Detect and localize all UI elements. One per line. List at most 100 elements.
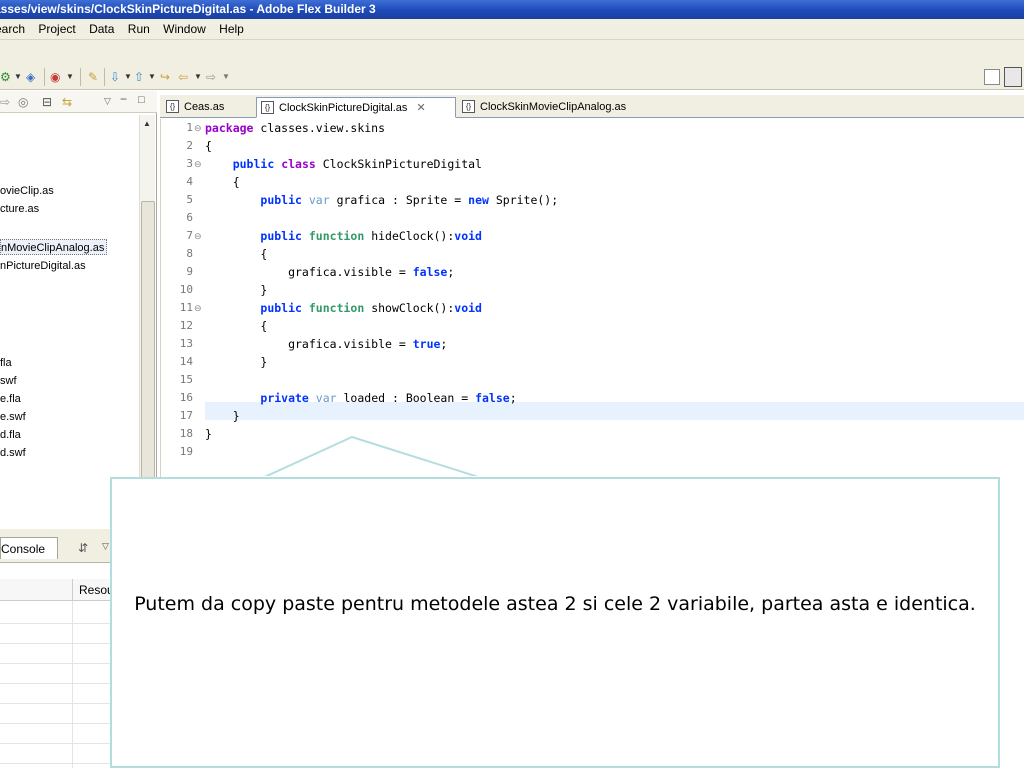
prev-annotation-icon[interactable]: ⇧: [134, 68, 144, 86]
line-number: 9: [186, 265, 193, 278]
view-menu-icon[interactable]: ▽: [104, 96, 111, 107]
line-number: 5: [186, 193, 193, 206]
forward-icon[interactable]: ⇨: [206, 68, 216, 86]
file-label: d.swf: [0, 447, 26, 459]
actionscript-file-icon: {}: [462, 100, 475, 113]
line-number: 6: [186, 211, 193, 224]
tab-label: Ceas.as: [184, 101, 225, 113]
view-menu-icon[interactable]: ▽: [102, 541, 109, 552]
window-title: asses/view/skins/ClockSkinPictureDigital…: [0, 2, 376, 16]
menu-search[interactable]: earch: [0, 19, 30, 39]
column-header-resource[interactable]: Resou: [72, 579, 114, 601]
tree-item-file-selected[interactable]: nMovieClipAnalog.as: [0, 239, 108, 255]
toolbar-separator: [80, 68, 81, 86]
perspective-switcher[interactable]: [984, 66, 1022, 88]
navigator-toolbar: ⇨ ◎ ⊟ ⇆ ▽ − □: [0, 91, 157, 113]
line-number: 10: [179, 283, 193, 296]
line-number: 8: [186, 247, 193, 260]
line-number: 12: [179, 319, 193, 332]
code-line: }: [205, 427, 212, 441]
link-editor-icon[interactable]: ⇆: [62, 95, 72, 109]
scrollbar-thumb[interactable]: [141, 201, 155, 511]
minimize-icon[interactable]: −: [120, 92, 127, 106]
perspective-icon[interactable]: [1004, 67, 1022, 87]
debug-icon[interactable]: ⚙: [0, 68, 11, 86]
collapse-all-icon[interactable]: ⊟: [42, 95, 52, 109]
tree-item-file[interactable]: swf: [0, 373, 17, 389]
toolbar-separator: [44, 68, 45, 86]
column-header-label: Resou: [79, 583, 114, 597]
tree-item-file[interactable]: fla: [0, 355, 12, 371]
tree-item-file[interactable]: d.swf: [0, 445, 26, 461]
code-line: {: [205, 175, 240, 189]
pencil-icon[interactable]: ✎: [88, 68, 98, 86]
callout-pointer: [258, 436, 488, 480]
menu-data[interactable]: Data: [84, 19, 119, 39]
tab-ceas[interactable]: {} Ceas.as: [162, 97, 252, 118]
line-number: 1: [186, 121, 193, 134]
dropdown-arrow-icon[interactable]: ▼: [66, 68, 74, 86]
tree-item-file[interactable]: d.fla: [0, 427, 21, 443]
fold-collapse-icon[interactable]: ⊖: [194, 155, 202, 173]
console-tab-label: Console: [1, 542, 46, 556]
dropdown-arrow-icon[interactable]: ▼: [222, 68, 230, 86]
up-icon[interactable]: ◎: [18, 95, 28, 109]
tree-item-file[interactable]: e.swf: [0, 409, 26, 425]
tree-item-file[interactable]: e.fla: [0, 391, 21, 407]
pin-icon[interactable]: ⇵: [78, 541, 88, 555]
window-title-bar: asses/view/skins/ClockSkinPictureDigital…: [0, 0, 1024, 19]
file-label: d.fla: [0, 429, 21, 441]
close-tab-icon[interactable]: ✕: [416, 102, 425, 114]
code-line: package classes.view.skins: [205, 121, 386, 135]
actionscript-file-icon: {}: [261, 101, 274, 114]
menu-window[interactable]: Window: [158, 19, 211, 39]
tree-item-file[interactable]: ovieClip.as: [0, 183, 54, 199]
menu-project[interactable]: Project: [33, 19, 80, 39]
menu-bar: earch Project Data Run Window Help: [0, 19, 1024, 40]
maximize-icon[interactable]: □: [138, 94, 145, 106]
tab-clockskinpicturedigital[interactable]: {} ClockSkinPictureDigital.as ✕: [256, 97, 456, 118]
line-number: 19: [179, 445, 193, 458]
line-number: 2: [186, 139, 193, 152]
tree-item-file[interactable]: nPictureDigital.as: [0, 258, 86, 274]
line-number: 11: [179, 301, 193, 314]
last-edit-icon[interactable]: ↪: [160, 68, 170, 86]
line-number: 18: [179, 427, 193, 440]
tab-console[interactable]: Console: [0, 537, 58, 559]
tab-label: ClockSkinMovieClipAnalog.as: [480, 101, 627, 113]
file-label: swf: [0, 375, 17, 387]
fold-collapse-icon[interactable]: ⊖: [194, 227, 202, 245]
menu-run[interactable]: Run: [123, 19, 155, 39]
code-line: grafica.visible = false;: [205, 265, 455, 279]
back-icon[interactable]: ⇦: [178, 68, 188, 86]
navigator-panel: ⇨ ◎ ⊟ ⇆ ▽ − □ ovieClip.as cture.as nMovi…: [0, 91, 157, 521]
actionscript-file-icon: {}: [166, 100, 179, 113]
open-perspective-icon[interactable]: [984, 69, 1000, 85]
code-line: {: [205, 319, 268, 333]
run-icon[interactable]: ◉: [50, 68, 60, 86]
scroll-up-icon[interactable]: ▲: [143, 119, 151, 128]
code-line: grafica.visible = true;: [205, 337, 448, 351]
dropdown-arrow-icon[interactable]: ▼: [148, 68, 156, 86]
tree-item-file[interactable]: cture.as: [0, 201, 39, 217]
dropdown-arrow-icon[interactable]: ▼: [194, 68, 202, 86]
code-line: }: [205, 283, 268, 297]
line-number: 7: [186, 229, 193, 242]
code-line: {: [205, 247, 268, 261]
dropdown-arrow-icon[interactable]: ▼: [14, 68, 22, 86]
file-label: ovieClip.as: [0, 185, 54, 197]
tab-clockskinmovieclipanalog[interactable]: {} ClockSkinMovieClipAnalog.as: [458, 97, 678, 118]
profile-icon[interactable]: ◈: [26, 68, 35, 86]
annotation-callout: Putem da copy paste pentru metodele aste…: [110, 477, 1000, 768]
dropdown-arrow-icon[interactable]: ▼: [124, 68, 132, 86]
editor-tab-bar: {} Ceas.as {} ClockSkinPictureDigital.as…: [160, 95, 1024, 118]
code-line: public function showClock():void: [260, 301, 482, 315]
line-number: 16: [179, 391, 193, 404]
fold-collapse-icon[interactable]: ⊖: [194, 119, 202, 137]
navigator-scrollbar[interactable]: ▲: [139, 115, 155, 519]
menu-help[interactable]: Help: [214, 19, 249, 39]
code-line: {: [205, 139, 212, 153]
next-annotation-icon[interactable]: ⇩: [110, 68, 120, 86]
forward-icon[interactable]: ⇨: [0, 95, 10, 109]
fold-collapse-icon[interactable]: ⊖: [194, 299, 202, 317]
